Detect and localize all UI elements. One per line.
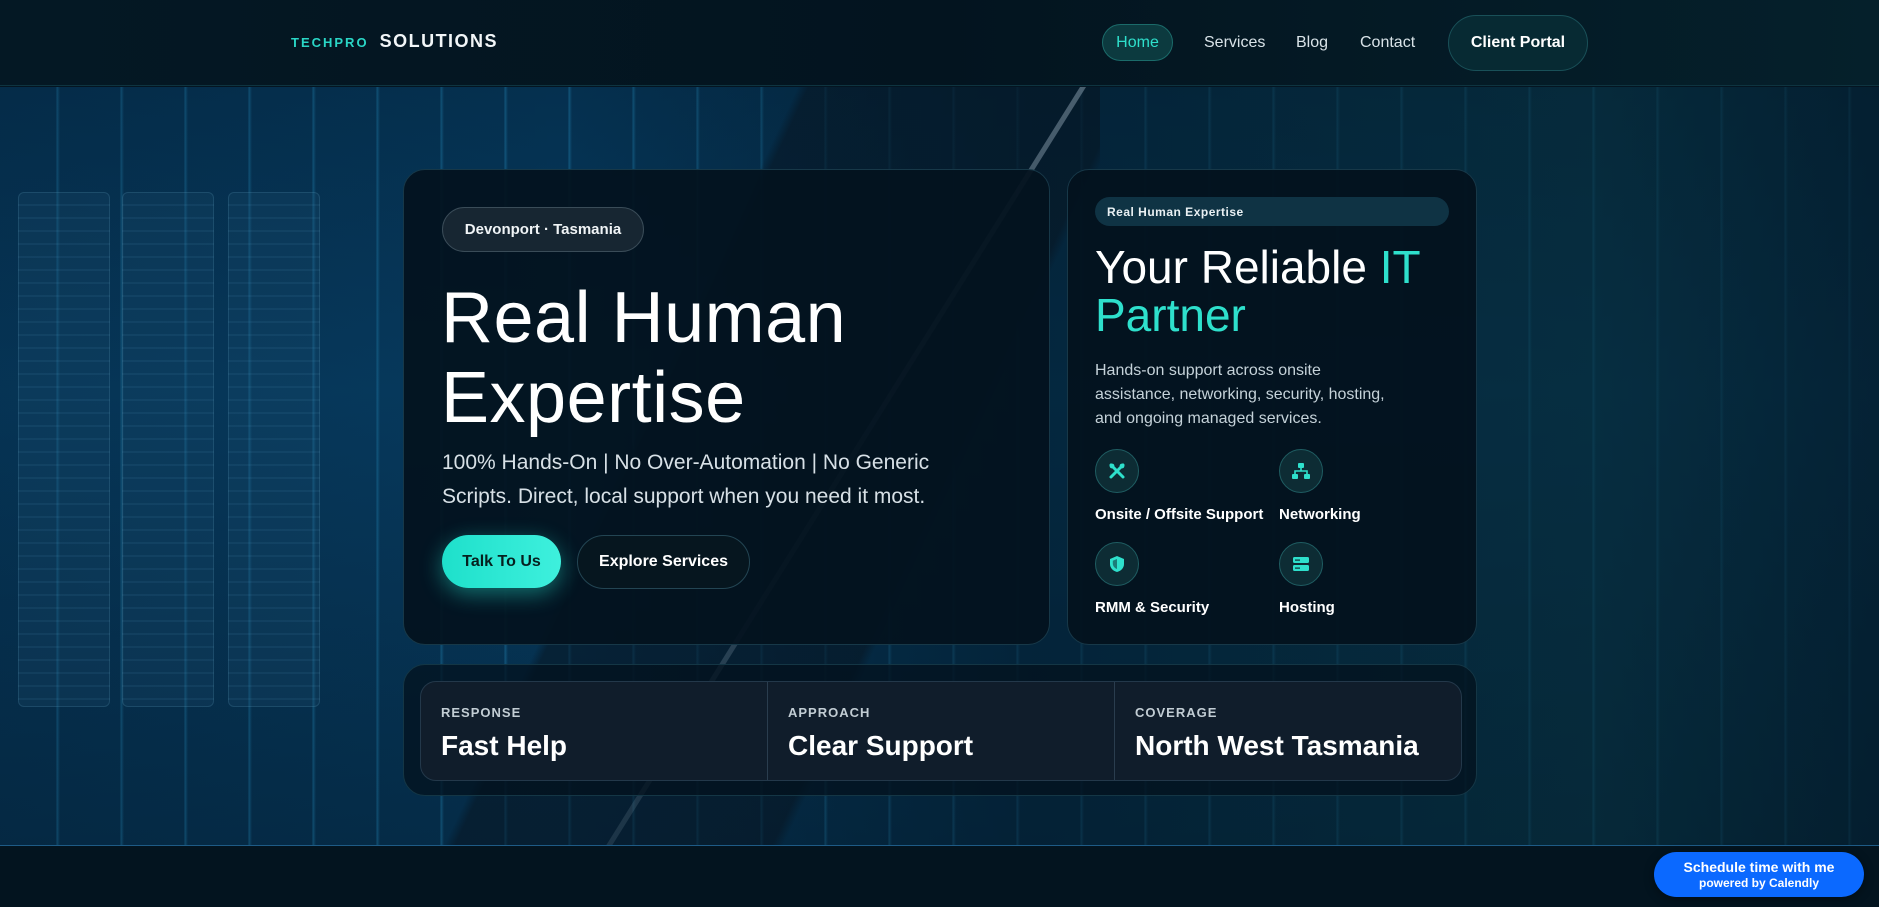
- stat-key: RESPONSE: [441, 705, 522, 720]
- service-label: Hosting: [1279, 599, 1335, 616]
- footer-strip: [0, 845, 1879, 907]
- server-icon: [1279, 542, 1323, 586]
- tools-icon: [1095, 449, 1139, 493]
- partner-description: Hands-on support across onsite assistanc…: [1095, 362, 1385, 427]
- logo-techpro: TECHPRO: [291, 35, 369, 50]
- client-portal-button[interactable]: Client Portal: [1448, 15, 1588, 71]
- location-badge: Devonport · Tasmania: [442, 207, 644, 252]
- explore-services-button[interactable]: Explore Services: [577, 535, 750, 589]
- stat-key: APPROACH: [788, 705, 871, 720]
- hero-card: Devonport · Tasmania Real Human Expertis…: [403, 169, 1050, 645]
- nav-home[interactable]: Home: [1102, 24, 1173, 61]
- stat-value: Clear Support: [788, 730, 974, 761]
- partner-title-plain: Your Reliable: [1095, 241, 1380, 293]
- hero-title: Real Human Expertise: [441, 278, 1001, 438]
- partner-title: Your Reliable IT Partner: [1095, 243, 1455, 339]
- stat-key: COVERAGE: [1135, 705, 1218, 720]
- nav-services[interactable]: Services: [1204, 24, 1265, 61]
- calendly-schedule-button[interactable]: Schedule time with me powered by Calendl…: [1654, 852, 1864, 897]
- server-rack-image: [228, 192, 320, 707]
- stats-row: RESPONSE Fast Help APPROACH Clear Suppor…: [420, 681, 1462, 781]
- service-hosting: Hosting: [1279, 542, 1449, 616]
- service-label: Onsite / Offsite Support: [1095, 506, 1264, 523]
- stat-response: RESPONSE Fast Help: [421, 682, 767, 780]
- service-networking: Networking: [1279, 449, 1449, 523]
- partner-tag: Real Human Expertise: [1095, 197, 1449, 226]
- stat-approach: APPROACH Clear Support: [767, 682, 1114, 780]
- service-rmm-security: RMM & Security: [1095, 542, 1265, 616]
- nav-contact[interactable]: Contact: [1360, 24, 1415, 61]
- hero-subtitle: 100% Hands-On | No Over-Automation | No …: [442, 451, 930, 508]
- talk-to-us-button[interactable]: Talk To Us: [442, 535, 561, 588]
- stats-panel: RESPONSE Fast Help APPROACH Clear Suppor…: [403, 664, 1477, 796]
- partner-card: Real Human Expertise Your Reliable IT Pa…: [1067, 169, 1477, 645]
- network-icon: [1279, 449, 1323, 493]
- nav-blog[interactable]: Blog: [1296, 24, 1328, 61]
- service-label: RMM & Security: [1095, 599, 1210, 616]
- logo-solutions: SOLUTIONS: [379, 31, 499, 51]
- site-header: TECHPRO SOLUTIONS Home Services Blog Con…: [0, 0, 1879, 86]
- hero-title-line1: Real Human: [441, 278, 847, 358]
- service-label: Networking: [1279, 506, 1361, 523]
- service-onsite-support: Onsite / Offsite Support: [1095, 449, 1265, 523]
- stat-coverage: COVERAGE North West Tasmania: [1114, 682, 1461, 780]
- hero-title-line2: Expertise: [441, 358, 746, 438]
- server-rack-image: [122, 192, 214, 707]
- calendly-powered-by: powered by Calendly: [1698, 876, 1820, 890]
- stat-value: North West Tasmania: [1135, 730, 1419, 761]
- logo[interactable]: TECHPRO SOLUTIONS: [291, 31, 498, 52]
- shield-icon: [1095, 542, 1139, 586]
- calendly-title: Schedule time with me: [1683, 859, 1835, 875]
- server-rack-image: [18, 192, 110, 707]
- stat-value: Fast Help: [441, 730, 568, 761]
